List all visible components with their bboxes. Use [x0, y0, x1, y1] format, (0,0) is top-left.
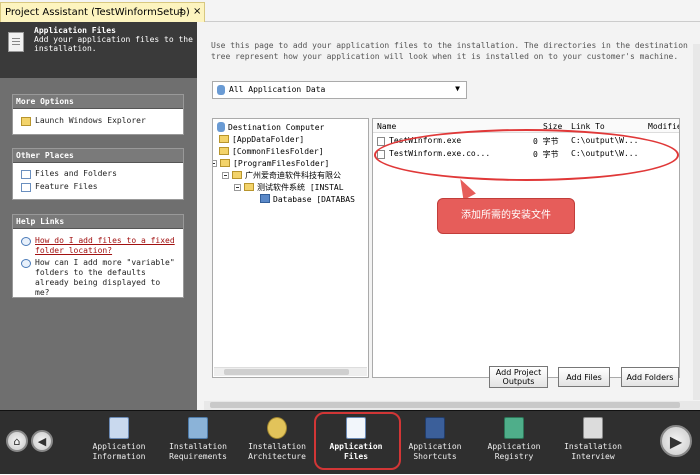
tree-node[interactable]: [ProgramFilesFolder]: [213, 158, 330, 169]
tree-node-label: [CommonFilesFolder]: [232, 147, 324, 156]
step-label: Installation Requirements: [169, 442, 227, 461]
other-places-header: Other Places: [13, 149, 183, 163]
other-places-panel: Other Places Files and Folders Feature F…: [12, 148, 184, 200]
chevron-down-icon[interactable]: ▼: [455, 84, 460, 93]
collapse-icon[interactable]: [213, 160, 217, 167]
tree-node[interactable]: 测试软件系统 [INSTAL: [234, 182, 344, 193]
page-icon: [21, 183, 31, 192]
step-label: Installation Interview: [564, 442, 622, 461]
interview-icon: [583, 417, 603, 439]
tree-node-label: Destination Computer: [228, 123, 325, 132]
add-folders-button[interactable]: Add Folders: [621, 367, 679, 387]
tree-node-label: 测试软件系统 [INSTAL: [257, 183, 344, 192]
main-vertical-scrollbar[interactable]: [693, 44, 700, 400]
close-icon[interactable]: ×: [193, 6, 201, 17]
help-links-panel: Help Links How do I add files to a fixed…: [12, 214, 184, 298]
more-options-panel: More Options Launch Windows Explorer: [12, 94, 184, 135]
data-view-select[interactable]: All Application Data ▼: [212, 81, 467, 99]
tree-node-label: Database [DATABAS: [273, 195, 355, 204]
data-view-select-value: All Application Data: [229, 85, 326, 94]
database-folder-icon: [260, 194, 270, 203]
main-horizontal-scrollbar[interactable]: [204, 401, 700, 410]
computer-icon: [217, 85, 225, 95]
folder-icon: [219, 135, 229, 143]
info-icon: [109, 417, 129, 439]
folder-icon: [232, 171, 242, 179]
step-label: Application Shortcuts: [408, 442, 462, 461]
files-and-folders-link[interactable]: Files and Folders: [13, 169, 183, 179]
computer-icon: [217, 122, 225, 132]
folder-icon: [244, 183, 254, 191]
tree-node-label: 广州爱奇迪软件科技有限公: [245, 171, 341, 180]
tree-node-label: [AppDataFolder]: [232, 135, 305, 144]
step-installation-requirements[interactable]: Installation Requirements: [158, 411, 238, 475]
tree-node[interactable]: [AppDataFolder]: [219, 134, 304, 145]
tree-node[interactable]: Database [DATABAS: [260, 194, 355, 205]
step-application-registry[interactable]: Application Registry: [474, 411, 554, 475]
help-links-header: Help Links: [13, 215, 183, 229]
home-icon: ⌂: [13, 434, 21, 448]
column-name[interactable]: Name: [377, 122, 396, 131]
launch-explorer-link[interactable]: Launch Windows Explorer: [13, 116, 183, 126]
step-application-information[interactable]: Application Information: [79, 411, 159, 475]
help-icon: [21, 237, 31, 246]
annotation-ellipse: [374, 129, 679, 181]
application-files-icon: [8, 32, 24, 52]
document-tab[interactable]: Project Assistant (TestWinformSetup) ‡ ×: [0, 2, 205, 22]
step-installation-interview[interactable]: Installation Interview: [553, 411, 633, 475]
feature-files-label: Feature Files: [35, 182, 98, 191]
shortcuts-icon: [425, 417, 445, 439]
step-label: Application Registry: [487, 442, 541, 461]
title-bar: Project Assistant (TestWinformSetup) ‡ ×: [0, 0, 700, 22]
pin-icon[interactable]: ‡: [179, 7, 184, 17]
intro-text: Use this page to add your application fi…: [211, 41, 688, 61]
back-arrow-icon: ◀: [37, 434, 47, 448]
step-label: Application Information: [92, 442, 146, 461]
add-files-button[interactable]: Add Files: [558, 367, 610, 387]
page-icon: [21, 170, 31, 179]
files-and-folders-label: Files and Folders: [35, 169, 117, 178]
document-tab-title: Project Assistant (TestWinformSetup): [5, 7, 190, 18]
column-modified[interactable]: Modifie: [648, 122, 679, 131]
feature-files-link[interactable]: Feature Files: [13, 182, 183, 192]
launch-explorer-label: Launch Windows Explorer: [35, 116, 146, 125]
more-options-header: More Options: [13, 95, 183, 109]
banner-title: Application Files: [34, 26, 116, 35]
active-step-highlight: [314, 412, 401, 470]
collapse-icon[interactable]: [222, 172, 229, 179]
scrollbar-thumb[interactable]: [224, 369, 349, 375]
tree-node[interactable]: [CommonFilesFolder]: [219, 146, 324, 157]
help-link-variable-folders-label: How can I add more "variable" folders to…: [35, 258, 175, 297]
help-icon: [21, 259, 31, 268]
tree-node[interactable]: 广州爱奇迪软件科技有限公: [222, 170, 341, 181]
requirements-icon: [188, 417, 208, 439]
next-button[interactable]: ▶: [660, 425, 692, 457]
tree-horizontal-scrollbar[interactable]: [214, 367, 367, 376]
scrollbar-thumb[interactable]: [210, 402, 680, 408]
forward-arrow-icon: ▶: [669, 431, 683, 451]
left-pane: Application Files Add your application f…: [0, 22, 197, 410]
folder-icon: [220, 159, 230, 167]
tree-node-root[interactable]: Destination Computer: [217, 122, 324, 133]
step-application-shortcuts[interactable]: Application Shortcuts: [395, 411, 475, 475]
destination-tree[interactable]: Destination Computer [AppDataFolder] [Co…: [212, 118, 369, 378]
folder-icon: [219, 147, 229, 155]
add-project-outputs-button[interactable]: Add Project Outputs: [489, 366, 548, 388]
help-link-variable-folders[interactable]: How can I add more "variable" folders to…: [13, 258, 183, 298]
step-installation-architecture[interactable]: Installation Architecture: [237, 411, 317, 475]
help-link-fixed-folder-label: How do I add files to a fixed folder loc…: [35, 236, 175, 255]
banner-subtitle: Add your application files to the instal…: [34, 35, 193, 53]
collapse-icon[interactable]: [234, 184, 241, 191]
annotation-callout: 添加所需的安装文件: [437, 198, 575, 234]
tree-node-label: [ProgramFilesFolder]: [233, 159, 330, 168]
folder-icon: [21, 117, 31, 126]
back-button[interactable]: ◀: [31, 430, 53, 452]
help-link-fixed-folder[interactable]: How do I add files to a fixed folder loc…: [13, 236, 183, 256]
home-button[interactable]: ⌂: [6, 430, 28, 452]
registry-icon: [504, 417, 524, 439]
architecture-icon: [267, 417, 287, 439]
page-banner: Application Files Add your application f…: [0, 22, 197, 78]
step-label: Installation Architecture: [248, 442, 306, 461]
